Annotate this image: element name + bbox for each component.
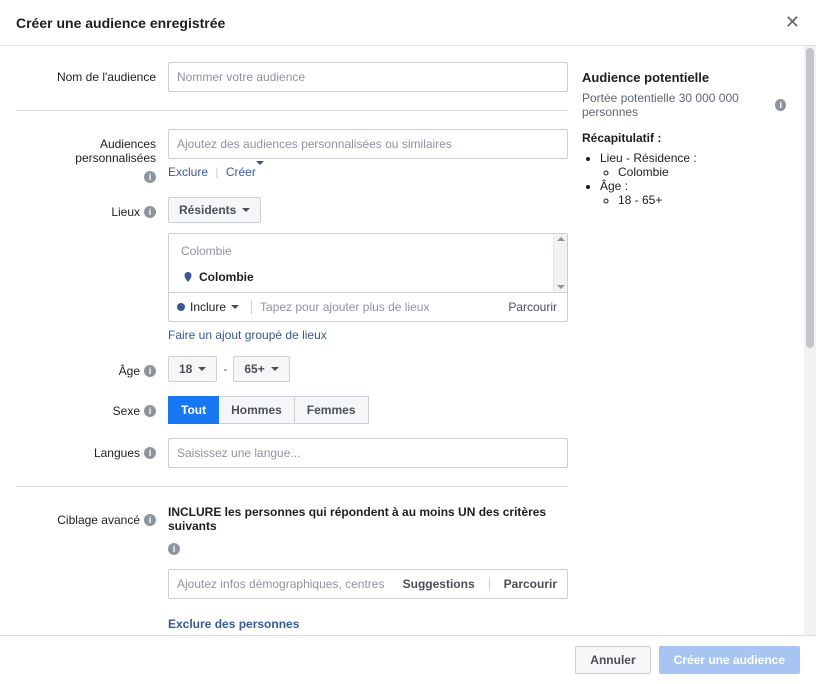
info-icon[interactable]: i [144, 206, 156, 218]
scrollbar-thumb[interactable] [806, 48, 814, 348]
include-label: Inclure [190, 300, 226, 314]
label-sex: Sexe [113, 404, 140, 418]
info-icon[interactable]: i [144, 405, 156, 417]
exclude-link[interactable]: Exclure [168, 165, 208, 179]
sex-women-button[interactable]: Femmes [295, 396, 369, 424]
modal-title: Créer une audience enregistrée [16, 15, 225, 31]
location-item-label: Colombie [199, 270, 254, 284]
recap-age-label: Âge : [600, 179, 628, 193]
sex-all-button[interactable]: Tout [168, 396, 219, 424]
info-icon[interactable]: i [144, 365, 156, 377]
location-list-scrollbar[interactable] [553, 234, 567, 292]
caret-down-icon [271, 367, 279, 371]
locations-box: Colombie Colombie [168, 233, 568, 322]
browse-advanced-button[interactable]: Parcourir [494, 571, 567, 597]
sex-men-button[interactable]: Hommes [219, 396, 295, 424]
residents-label: Résidents [179, 203, 236, 217]
age-from-value: 18 [179, 362, 192, 376]
label-age: Âge [119, 364, 140, 378]
label-custom-audiences: Audiences personnalisées [16, 137, 156, 165]
summary-reach: Portée potentielle 30 000 000 personnes [582, 91, 771, 119]
separator [489, 577, 490, 591]
recap-loc-value: Colombie [618, 165, 786, 179]
info-icon[interactable]: i [144, 447, 156, 459]
info-icon[interactable]: i [144, 514, 156, 526]
sex-segmented-control: Tout Hommes Femmes [168, 396, 568, 424]
recap-list: Lieu - Résidence : Colombie Âge : 18 - 6… [582, 151, 786, 207]
age-to-value: 65+ [244, 362, 264, 376]
suggestions-button[interactable]: Suggestions [393, 571, 485, 597]
location-country-header: Colombie [181, 244, 559, 258]
label-audience-name: Nom de l'audience [16, 62, 168, 84]
include-dropdown[interactable]: Inclure [169, 294, 247, 320]
separator [251, 300, 252, 314]
custom-audiences-input[interactable] [168, 129, 568, 159]
caret-down-icon [242, 208, 250, 212]
info-icon[interactable]: i [168, 543, 180, 555]
add-location-input[interactable] [256, 293, 498, 321]
label-locations: Lieux [111, 205, 140, 219]
info-icon[interactable]: i [144, 171, 156, 183]
bulk-add-locations-link[interactable]: Faire un ajout groupé de lieux [168, 328, 327, 342]
location-item[interactable]: Colombie [177, 266, 559, 288]
modal-footer: Annuler Créer une audience [0, 635, 816, 684]
recap-title: Récapitulatif : [582, 131, 786, 145]
residents-dropdown[interactable]: Résidents [168, 197, 261, 223]
label-advanced: Ciblage avancé [57, 513, 140, 527]
exclude-people-link[interactable]: Exclure des personnes [168, 617, 299, 631]
summary-title: Audience potentielle [582, 70, 786, 85]
separator: | [215, 165, 218, 179]
language-input[interactable] [168, 438, 568, 468]
modal-body: Nom de l'audience Audiences personnalisé… [0, 46, 816, 635]
scrollbar[interactable] [804, 46, 816, 635]
close-icon[interactable]: ✕ [785, 12, 800, 33]
advanced-input[interactable] [169, 570, 393, 598]
caret-down-icon [256, 161, 264, 179]
advanced-input-row: Suggestions Parcourir [168, 569, 568, 599]
recap-age-value: 18 - 65+ [618, 193, 786, 207]
caret-down-icon [231, 305, 239, 309]
create-link[interactable]: Créer [226, 161, 264, 179]
audience-name-input[interactable] [168, 62, 568, 92]
browse-locations-button[interactable]: Parcourir [498, 294, 567, 320]
info-icon[interactable]: i [775, 99, 786, 111]
caret-down-icon [198, 367, 206, 371]
recap-loc-label: Lieu - Résidence : [600, 151, 697, 165]
modal-header: Créer une audience enregistrée ✕ [0, 0, 816, 46]
include-dot-icon [177, 303, 185, 311]
dash: - [223, 362, 227, 376]
age-to-dropdown[interactable]: 65+ [233, 356, 289, 382]
advanced-heading: INCLURE les personnes qui répondent à au… [168, 505, 568, 533]
age-from-dropdown[interactable]: 18 [168, 356, 217, 382]
divider [16, 110, 568, 111]
label-languages: Langues [94, 446, 140, 460]
pin-icon [183, 272, 193, 282]
divider [16, 486, 568, 487]
cancel-button[interactable]: Annuler [575, 646, 650, 674]
create-audience-button[interactable]: Créer une audience [659, 646, 800, 674]
